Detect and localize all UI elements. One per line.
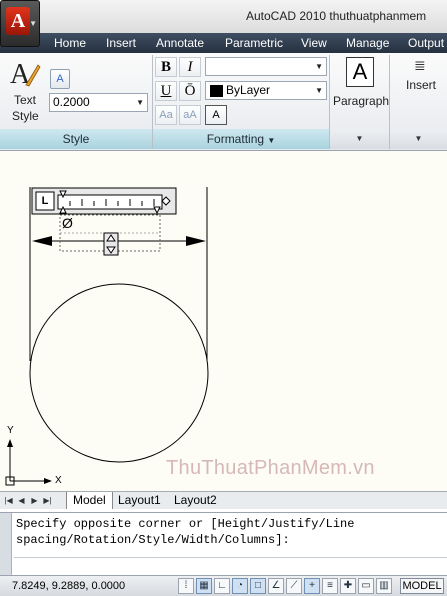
lowercase-button[interactable]: aA xyxy=(179,105,201,125)
chevron-down-icon: ▼ xyxy=(29,19,37,28)
text-style-label-line1: Text xyxy=(14,93,37,107)
tab-view[interactable]: View xyxy=(301,36,327,50)
application-menu-button[interactable]: A ▼ xyxy=(0,0,40,47)
color-combo[interactable]: ByLayer ▼ xyxy=(205,81,327,100)
color-swatch xyxy=(210,85,223,97)
grid-display-icon[interactable]: ▦ xyxy=(196,578,212,594)
underline-button[interactable]: U xyxy=(155,81,177,101)
tab-layout1[interactable]: Layout1 xyxy=(112,492,167,509)
command-line-1: Specify opposite corner or [Height/Justi… xyxy=(16,517,355,531)
formatting-panel-title[interactable]: Formatting ▼ xyxy=(153,129,329,149)
selection-cycling-icon[interactable]: ▭ xyxy=(358,578,374,594)
tab-layout2[interactable]: Layout2 xyxy=(168,492,223,509)
status-bar: 7.8249, 9.2889, 0.0000 ⁞ ▦ ∟ ◔ □ ∠ ⟋ + ≡… xyxy=(0,575,447,596)
quick-view-icon[interactable]: ▥ xyxy=(376,578,392,594)
insert-panel-expander[interactable]: ▼ xyxy=(390,129,447,149)
text-height-value: 0.2000 xyxy=(53,95,90,109)
tab-manage[interactable]: Manage xyxy=(346,36,389,50)
ruler-scale xyxy=(57,194,163,210)
allow-dynamic-ucs-icon[interactable]: ⟋ xyxy=(286,578,302,594)
style-panel-title[interactable]: Style xyxy=(0,129,152,149)
snap-mode-icon[interactable]: ⁞ xyxy=(178,578,194,594)
cursor-coordinates[interactable]: 7.8249, 9.2889, 0.0000 xyxy=(12,580,125,592)
dimension-arrow-right-icon xyxy=(186,236,206,246)
ortho-mode-icon[interactable]: ∟ xyxy=(214,578,230,594)
next-layout-arrow-icon[interactable]: ▶ xyxy=(29,494,40,507)
bold-button[interactable]: B xyxy=(155,57,177,77)
dynamic-input-icon[interactable]: + xyxy=(304,578,320,594)
insert-field-icon[interactable]: ≣ xyxy=(414,57,426,74)
drawing-canvas[interactable]: L Ø Y X xyxy=(0,151,447,491)
command-history: Specify opposite corner or [Height/Justi… xyxy=(16,516,354,548)
object-snap-icon[interactable]: □ xyxy=(250,578,266,594)
text-style-label-line2: Style xyxy=(12,109,39,123)
autocad-logo-icon: A xyxy=(6,7,30,35)
tab-annotate[interactable]: Annotate xyxy=(156,36,204,50)
last-layout-arrow-icon[interactable]: ▶| xyxy=(42,494,53,507)
paragraph-icon[interactable]: A xyxy=(346,57,374,87)
ribbon-tab-bar: Home Insert Annotate Parametric View Man… xyxy=(0,33,447,53)
tab-parametric[interactable]: Parametric xyxy=(225,36,283,50)
tab-home[interactable]: Home xyxy=(54,36,86,50)
layout-tab-bar: |◀ ◀ ▶ ▶| Model Layout1 Layout2 xyxy=(0,491,447,509)
window-title: AutoCAD 2010 thuthuatphanmem xyxy=(246,9,427,23)
chevron-down-icon[interactable]: ▼ xyxy=(136,94,144,111)
quick-properties-icon[interactable]: ✚ xyxy=(340,578,356,594)
watermark-text: ThuThuatPhanMem.vn xyxy=(166,457,375,479)
prev-layout-arrow-icon[interactable]: ◀ xyxy=(16,494,27,507)
polar-tracking-icon[interactable]: ◔ xyxy=(232,578,248,594)
chevron-down-icon[interactable]: ▼ xyxy=(315,82,323,99)
uppercase-button[interactable]: Aa xyxy=(155,105,177,125)
italic-button[interactable]: I xyxy=(179,57,201,77)
chevron-down-icon: ▼ xyxy=(267,136,276,145)
overline-button[interactable]: Ō xyxy=(179,81,201,101)
background-mask-button[interactable]: A xyxy=(205,105,227,125)
first-layout-arrow-icon[interactable]: |◀ xyxy=(3,494,14,507)
command-line-window: Specify opposite corner or [Height/Justi… xyxy=(0,512,447,575)
command-input[interactable] xyxy=(14,557,447,573)
model-space-button[interactable]: MODEL xyxy=(400,578,444,594)
circle-entity xyxy=(29,283,209,463)
paragraph-label[interactable]: Paragraph xyxy=(333,94,389,108)
tab-insert[interactable]: Insert xyxy=(106,36,136,50)
object-snap-tracking-icon[interactable]: ∠ xyxy=(268,578,284,594)
annotative-icon[interactable]: A xyxy=(50,69,70,89)
title-bar: AutoCAD 2010 thuthuatphanmem xyxy=(0,0,447,33)
chevron-down-icon[interactable]: ▼ xyxy=(315,58,323,75)
ucs-x-label: X xyxy=(55,475,62,486)
text-height-combo[interactable]: 0.2000 ▼ xyxy=(49,93,148,112)
ucs-y-label: Y xyxy=(7,425,14,436)
tab-output[interactable]: Output xyxy=(408,36,444,50)
color-value: ByLayer xyxy=(226,83,271,97)
text-style-icon[interactable]: A xyxy=(8,57,42,91)
drawing-svg xyxy=(5,187,209,486)
font-combo[interactable]: ▼ xyxy=(205,57,327,76)
command-line-grip[interactable] xyxy=(0,513,12,575)
formatting-title-label: Formatting xyxy=(206,132,265,146)
ribbon-panel-area: A Text Style A 0.2000 ▼ Style B I ▼ U Ō … xyxy=(0,53,447,151)
paragraph-panel-expander[interactable]: ▼ xyxy=(330,129,389,149)
dimension-arrow-left-icon xyxy=(32,236,52,246)
diameter-symbol-text[interactable]: Ø xyxy=(62,215,73,231)
lineweight-icon[interactable]: ≡ xyxy=(322,578,338,594)
ruler-tab-label[interactable]: L xyxy=(36,192,54,210)
tab-model[interactable]: Model xyxy=(66,492,113,509)
insert-label[interactable]: Insert xyxy=(406,78,436,92)
command-line-2: spacing/Rotation/Style/Width/Columns]: xyxy=(16,533,290,547)
